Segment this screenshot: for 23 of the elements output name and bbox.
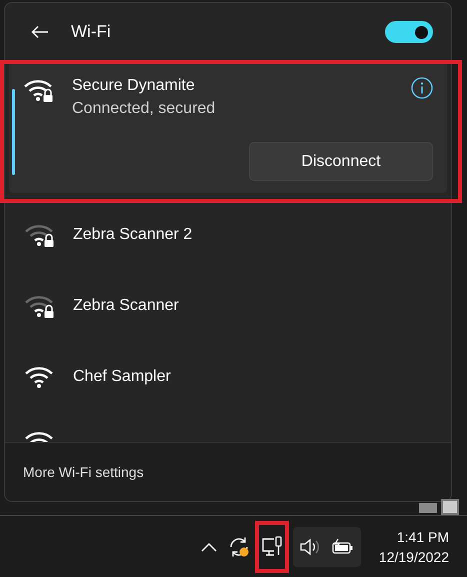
network-item[interactable]: Zebra Scanner 2: [5, 199, 451, 270]
info-icon[interactable]: [411, 77, 433, 99]
panel-title: Wi-Fi: [71, 22, 112, 42]
network-name: Chef Sampler: [73, 368, 172, 386]
clock-date: 12/19/2022: [378, 548, 449, 564]
network-name: Zebra Scanner 2: [73, 226, 194, 244]
wifi-toggle[interactable]: [385, 21, 433, 43]
network-name: Zebra Scanner: [73, 296, 180, 314]
network-status: Connected, secured: [72, 100, 216, 118]
window-icon: [441, 499, 459, 515]
window-icon: [419, 503, 437, 513]
network-item[interactable]: Zebra Scanner: [5, 270, 451, 341]
network-name: Secure Dynamite: [72, 77, 196, 95]
disconnect-button[interactable]: Disconnect: [249, 142, 433, 181]
battery-icon[interactable]: [330, 538, 355, 556]
network-item[interactable]: Secure Dynamite Connected, secured Disconnect: [9, 61, 447, 193]
chevron-up-icon[interactable]: [200, 542, 217, 552]
clock-time: 1:41 PM: [396, 528, 449, 544]
back-arrow-icon[interactable]: [31, 25, 49, 39]
speaker-icon[interactable]: [298, 536, 321, 556]
network-item[interactable]: Chef Sampler: [5, 341, 451, 412]
network-monitor-icon[interactable]: [260, 536, 283, 558]
settings-link[interactable]: More Wi-Fi settings: [23, 464, 144, 480]
